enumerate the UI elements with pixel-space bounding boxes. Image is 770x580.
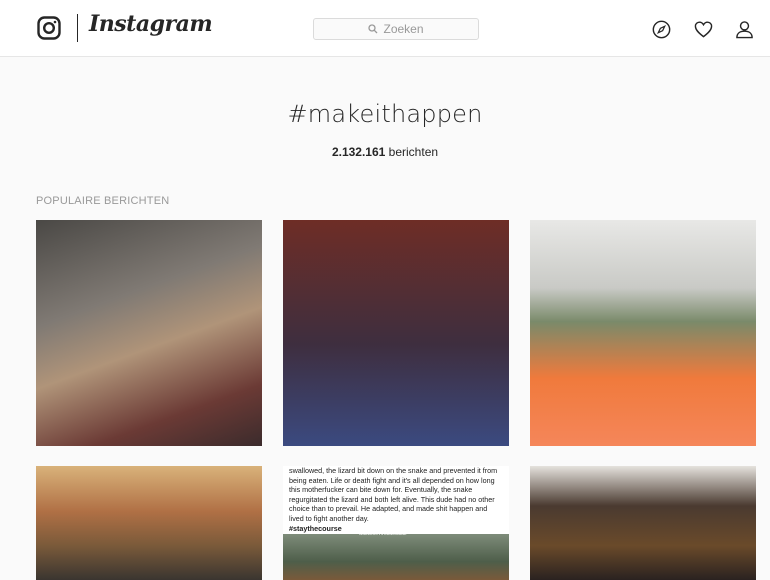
quote-text: swallowed, the lizard bit down on the sn…: [289, 466, 503, 533]
hashtag-title: #makeithappen: [287, 100, 483, 128]
top-bar: Instagram Zoeken: [0, 0, 770, 57]
logo-divider: [77, 14, 78, 42]
search-placeholder: Zoeken: [383, 22, 424, 36]
post-thumbnail-selfie-woman[interactable]: [36, 220, 262, 446]
popular-posts-label: POPULAIRE BERICHTEN: [36, 195, 170, 207]
post-thumbnail-football-player[interactable]: [283, 220, 509, 446]
instagram-wordmark[interactable]: Instagram: [89, 11, 213, 37]
post-count-number: 2.132.161: [331, 145, 386, 159]
person-icon[interactable]: [735, 20, 754, 39]
post-thumbnail-garage[interactable]: [530, 466, 756, 580]
compass-icon[interactable]: [652, 20, 671, 39]
search-icon: [368, 24, 378, 34]
search-input[interactable]: Zoeken: [313, 18, 479, 40]
instagram-camera-icon[interactable]: [37, 16, 61, 40]
post-thumbnail-car-selfie[interactable]: [530, 220, 756, 446]
quote-body: swallowed, the lizard bit down on the sn…: [289, 466, 498, 523]
post-count: 2.132.161 berichten: [0, 145, 770, 159]
quote-photo: [283, 534, 509, 580]
heart-icon[interactable]: [694, 20, 713, 39]
quote-signature: Success Ambassador: [359, 531, 408, 537]
post-thumbnail-quote[interactable]: swallowed, the lizard bit down on the sn…: [283, 466, 509, 580]
post-thumbnail-street-scene[interactable]: [36, 466, 262, 580]
post-count-suffix: berichten: [388, 145, 439, 159]
